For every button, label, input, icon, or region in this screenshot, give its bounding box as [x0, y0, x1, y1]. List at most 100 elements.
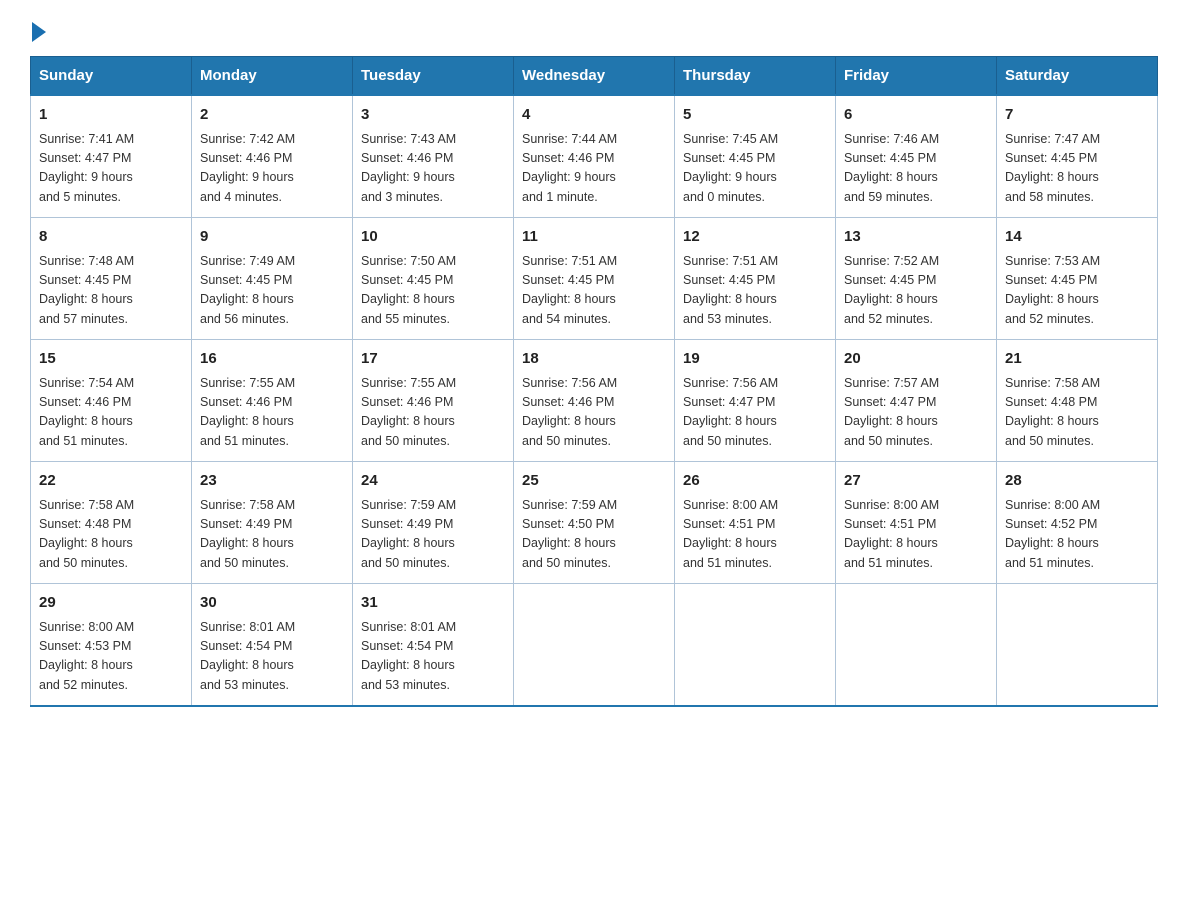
day-number: 5: [683, 104, 827, 127]
day-number: 11: [522, 226, 666, 249]
calendar-week-1: 1 Sunrise: 7:41 AMSunset: 4:47 PMDaylight…: [31, 95, 1158, 218]
weekday-header-thursday: Thursday: [675, 57, 836, 96]
day-info: Sunrise: 7:46 AMSunset: 4:45 PMDaylight:…: [844, 130, 988, 208]
calendar-cell: 7Sunrise: 7:47 AMSunset: 4:45 PMDaylight…: [997, 95, 1158, 218]
calendar-cell: 16 Sunrise: 7:55 AMSunset: 4:46 PMDayligh…: [192, 340, 353, 462]
day-number: 17: [361, 348, 505, 371]
calendar-cell: 3 Sunrise: 7:43 AMSunset: 4:46 PMDaylight…: [353, 95, 514, 218]
day-info: Sunrise: 7:51 AMSunset: 4:45 PMDaylight:…: [522, 252, 666, 330]
day-info: Sunrise: 7:50 AMSunset: 4:45 PMDaylight:…: [361, 252, 505, 330]
day-number: 10: [361, 226, 505, 249]
day-info: Sunrise: 7:54 AMSunset: 4:46 PMDaylight:…: [39, 374, 183, 452]
weekday-header-friday: Friday: [836, 57, 997, 96]
day-info: Sunrise: 7:58 AMSunset: 4:48 PMDaylight:…: [39, 496, 183, 574]
weekday-header-saturday: Saturday: [997, 57, 1158, 96]
day-info: Sunrise: 8:01 AMSunset: 4:54 PMDaylight:…: [200, 618, 344, 696]
calendar-cell: 20 Sunrise: 7:57 AMSunset: 4:47 PMDayligh…: [836, 340, 997, 462]
calendar-cell: 11 Sunrise: 7:51 AMSunset: 4:45 PMDayligh…: [514, 218, 675, 340]
day-info: Sunrise: 7:48 AMSunset: 4:45 PMDaylight:…: [39, 252, 183, 330]
calendar-cell: 12Sunrise: 7:51 AMSunset: 4:45 PMDayligh…: [675, 218, 836, 340]
calendar-cell: 29Sunrise: 8:00 AMSunset: 4:53 PMDayligh…: [31, 584, 192, 707]
calendar-cell: 13 Sunrise: 7:52 AMSunset: 4:45 PMDayligh…: [836, 218, 997, 340]
day-number: 1: [39, 104, 183, 127]
day-number: 24: [361, 470, 505, 493]
day-number: 6: [844, 104, 988, 127]
day-number: 21: [1005, 348, 1149, 371]
calendar-table: SundayMondayTuesdayWednesdayThursdayFrid…: [30, 56, 1158, 707]
calendar-cell: [675, 584, 836, 707]
day-number: 19: [683, 348, 827, 371]
day-number: 26: [683, 470, 827, 493]
day-info: Sunrise: 7:52 AMSunset: 4:45 PMDaylight:…: [844, 252, 988, 330]
day-number: 4: [522, 104, 666, 127]
weekday-header-wednesday: Wednesday: [514, 57, 675, 96]
calendar-cell: 21 Sunrise: 7:58 AMSunset: 4:48 PMDayligh…: [997, 340, 1158, 462]
calendar-cell: 4 Sunrise: 7:44 AMSunset: 4:46 PMDaylight…: [514, 95, 675, 218]
calendar-week-5: 29Sunrise: 8:00 AMSunset: 4:53 PMDayligh…: [31, 584, 1158, 707]
calendar-cell: 30 Sunrise: 8:01 AMSunset: 4:54 PMDayligh…: [192, 584, 353, 707]
day-number: 13: [844, 226, 988, 249]
calendar-cell: 28 Sunrise: 8:00 AMSunset: 4:52 PMDayligh…: [997, 462, 1158, 584]
day-number: 23: [200, 470, 344, 493]
day-info: Sunrise: 8:00 AMSunset: 4:51 PMDaylight:…: [844, 496, 988, 574]
calendar-cell: [997, 584, 1158, 707]
day-info: Sunrise: 7:59 AMSunset: 4:49 PMDaylight:…: [361, 496, 505, 574]
day-info: Sunrise: 7:43 AMSunset: 4:46 PMDaylight:…: [361, 130, 505, 208]
day-info: Sunrise: 7:56 AMSunset: 4:47 PMDaylight:…: [683, 374, 827, 452]
day-info: Sunrise: 7:56 AMSunset: 4:46 PMDaylight:…: [522, 374, 666, 452]
day-info: Sunrise: 8:01 AMSunset: 4:54 PMDaylight:…: [361, 618, 505, 696]
calendar-cell: 25Sunrise: 7:59 AMSunset: 4:50 PMDayligh…: [514, 462, 675, 584]
day-info: Sunrise: 7:55 AMSunset: 4:46 PMDaylight:…: [361, 374, 505, 452]
day-info: Sunrise: 7:45 AMSunset: 4:45 PMDaylight:…: [683, 130, 827, 208]
calendar-cell: 2 Sunrise: 7:42 AMSunset: 4:46 PMDaylight…: [192, 95, 353, 218]
day-info: Sunrise: 8:00 AMSunset: 4:53 PMDaylight:…: [39, 618, 183, 696]
day-info: Sunrise: 8:00 AMSunset: 4:52 PMDaylight:…: [1005, 496, 1149, 574]
day-number: 9: [200, 226, 344, 249]
calendar-cell: 19 Sunrise: 7:56 AMSunset: 4:47 PMDayligh…: [675, 340, 836, 462]
calendar-cell: 23 Sunrise: 7:58 AMSunset: 4:49 PMDayligh…: [192, 462, 353, 584]
day-number: 8: [39, 226, 183, 249]
calendar-cell: 14Sunrise: 7:53 AMSunset: 4:45 PMDayligh…: [997, 218, 1158, 340]
day-number: 15: [39, 348, 183, 371]
calendar-cell: 18Sunrise: 7:56 AMSunset: 4:46 PMDayligh…: [514, 340, 675, 462]
day-info: Sunrise: 7:57 AMSunset: 4:47 PMDaylight:…: [844, 374, 988, 452]
calendar-cell: 8 Sunrise: 7:48 AMSunset: 4:45 PMDaylight…: [31, 218, 192, 340]
logo: [30, 20, 46, 38]
day-info: Sunrise: 7:44 AMSunset: 4:46 PMDaylight:…: [522, 130, 666, 208]
day-info: Sunrise: 7:58 AMSunset: 4:49 PMDaylight:…: [200, 496, 344, 574]
day-info: Sunrise: 7:47 AMSunset: 4:45 PMDaylight:…: [1005, 130, 1149, 208]
calendar-cell: 10 Sunrise: 7:50 AMSunset: 4:45 PMDayligh…: [353, 218, 514, 340]
day-info: Sunrise: 7:42 AMSunset: 4:46 PMDaylight:…: [200, 130, 344, 208]
calendar-cell: 22 Sunrise: 7:58 AMSunset: 4:48 PMDayligh…: [31, 462, 192, 584]
day-number: 28: [1005, 470, 1149, 493]
day-number: 20: [844, 348, 988, 371]
calendar-week-3: 15 Sunrise: 7:54 AMSunset: 4:46 PMDayligh…: [31, 340, 1158, 462]
calendar-cell: 27 Sunrise: 8:00 AMSunset: 4:51 PMDayligh…: [836, 462, 997, 584]
calendar-cell: 17 Sunrise: 7:55 AMSunset: 4:46 PMDayligh…: [353, 340, 514, 462]
day-number: 31: [361, 592, 505, 615]
day-number: 14: [1005, 226, 1149, 249]
weekday-header-row: SundayMondayTuesdayWednesdayThursdayFrid…: [31, 57, 1158, 96]
calendar-week-4: 22 Sunrise: 7:58 AMSunset: 4:48 PMDayligh…: [31, 462, 1158, 584]
day-number: 22: [39, 470, 183, 493]
calendar-cell: 15 Sunrise: 7:54 AMSunset: 4:46 PMDayligh…: [31, 340, 192, 462]
day-number: 16: [200, 348, 344, 371]
weekday-header-sunday: Sunday: [31, 57, 192, 96]
calendar-cell: 24 Sunrise: 7:59 AMSunset: 4:49 PMDayligh…: [353, 462, 514, 584]
day-number: 3: [361, 104, 505, 127]
calendar-cell: 1 Sunrise: 7:41 AMSunset: 4:47 PMDaylight…: [31, 95, 192, 218]
calendar-cell: 5 Sunrise: 7:45 AMSunset: 4:45 PMDaylight…: [675, 95, 836, 218]
logo-triangle-icon: [32, 22, 46, 42]
calendar-cell: [836, 584, 997, 707]
day-info: Sunrise: 7:49 AMSunset: 4:45 PMDaylight:…: [200, 252, 344, 330]
calendar-week-2: 8 Sunrise: 7:48 AMSunset: 4:45 PMDaylight…: [31, 218, 1158, 340]
day-number: 2: [200, 104, 344, 127]
day-info: Sunrise: 7:41 AMSunset: 4:47 PMDaylight:…: [39, 130, 183, 208]
day-number: 25: [522, 470, 666, 493]
day-number: 30: [200, 592, 344, 615]
day-number: 27: [844, 470, 988, 493]
day-info: Sunrise: 7:55 AMSunset: 4:46 PMDaylight:…: [200, 374, 344, 452]
day-info: Sunrise: 7:58 AMSunset: 4:48 PMDaylight:…: [1005, 374, 1149, 452]
calendar-cell: 9 Sunrise: 7:49 AMSunset: 4:45 PMDaylight…: [192, 218, 353, 340]
weekday-header-monday: Monday: [192, 57, 353, 96]
